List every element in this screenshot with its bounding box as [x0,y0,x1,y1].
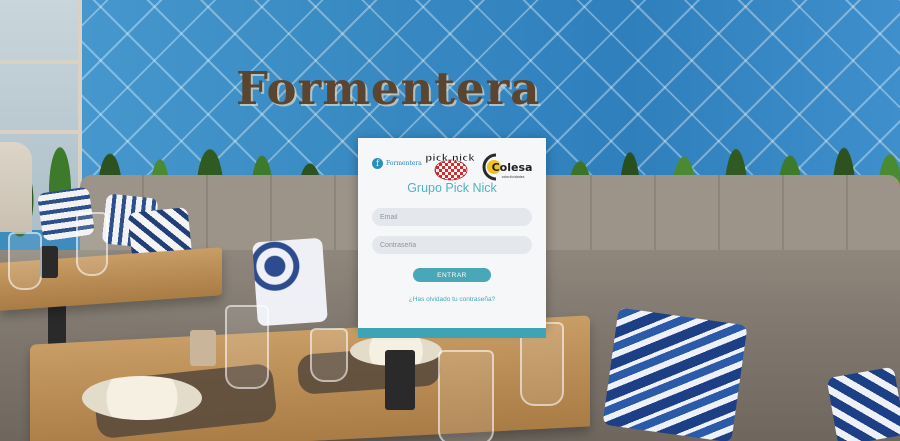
formentera-mark-icon: f [372,158,383,169]
card-bottom-bar [358,328,546,338]
colesa-logo: Colesa colectividades [482,153,533,181]
partner-logos: f Formentera pick nick Colesa colectivid… [358,146,546,184]
plant-pot [385,350,415,410]
password-field[interactable] [372,236,532,254]
colesa-tagline: colectividades [502,175,525,179]
plant-pot [190,330,216,366]
wine-glass [76,212,108,276]
person-silhouette [0,142,32,232]
login-button[interactable]: ENTRAR [413,268,491,282]
formentera-logo-text: Formentera [386,160,422,167]
wine-glass [225,305,269,389]
restaurant-sign: Formentera [236,62,541,115]
picknick-logo-text: pick nick [425,153,475,164]
login-card: f Formentera pick nick Colesa colectivid… [358,138,546,338]
cushion [602,307,748,441]
water-glass [8,232,42,290]
picknick-logo: pick nick [425,153,476,181]
forgot-password-link[interactable]: ¿Has olvidado tu contraseña? [358,296,546,303]
plate [82,376,202,420]
page-title: Grupo Pick Nick [407,181,497,195]
wine-glass [438,350,494,441]
water-glass [310,328,348,382]
cushion [826,366,900,441]
plant-pot [40,246,58,278]
formentera-logo: f Formentera [372,158,422,169]
colesa-logo-text: Colesa [492,161,533,174]
email-field[interactable] [372,208,532,226]
